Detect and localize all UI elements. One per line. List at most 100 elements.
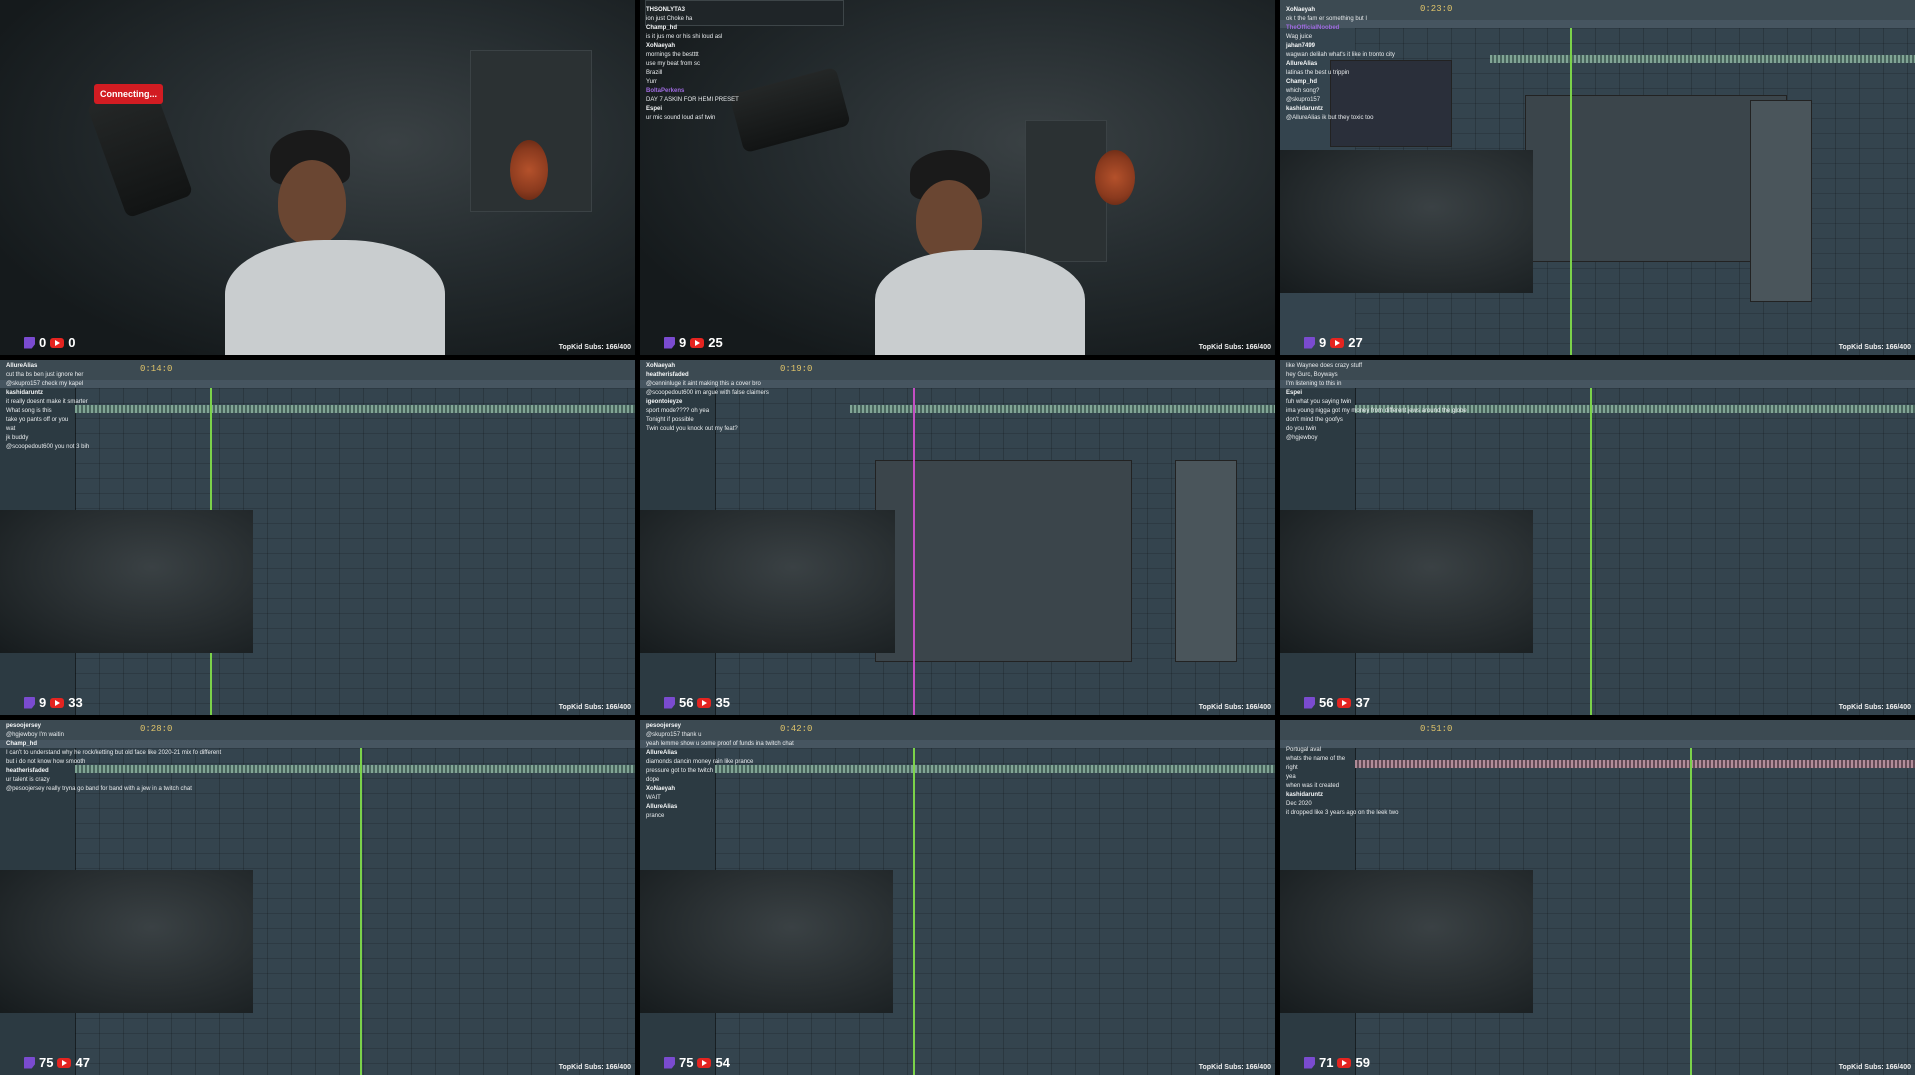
youtube-count: 33 [68,695,83,710]
chat-text: pressure got to the twitch [646,768,714,774]
stream-panel-5: 0:19:0 XoNaeyah heatherisfaded @cenninluge… [640,360,1275,715]
chat-username[interactable]: XoNaeyah [646,362,769,371]
chat-username[interactable]: THSONLYTA3 [646,6,739,15]
chat-message: whats the name of the [1286,755,1398,764]
streamer-head [0,870,35,915]
chat-username[interactable]: kashidaruntz [1286,791,1398,800]
chat-username[interactable]: BoltaPerkens [646,87,739,96]
chat-username[interactable]: Champ_hd [1286,78,1395,87]
subs-counter: TopKid Subs: 166/400 [1198,704,1271,711]
viewer-stats: 75 47 [24,1055,90,1070]
twitch-icon [664,1056,675,1069]
twitch-count: 56 [679,695,694,710]
chat-message: kashidaruntz Dec 2020 [1286,791,1398,809]
playhead[interactable] [360,748,362,1075]
chat-text: dope [646,777,660,783]
chat-text: @scoopedout600 you not 3 bih [6,444,90,450]
webcam-inset [0,510,253,653]
webcam-inset [640,870,893,1013]
chat-username[interactable]: Espei [646,105,739,114]
stream-panel-3: 0:23:0 XoNaeyah ok t the fam er something… [1280,0,1915,355]
chat-username[interactable]: Champ_hd [6,740,221,749]
playhead[interactable] [913,748,915,1075]
chat-overlay: pesoojersey @hgjewboy I'm waitin Champ_hd I… [6,722,221,794]
fl-toolbar[interactable] [1280,720,1915,741]
twitch-count: 75 [39,1055,54,1070]
mixer-channel-panel[interactable] [1750,100,1812,302]
chat-username[interactable]: jahan7499 [1286,42,1395,51]
audio-clip[interactable] [1490,55,1915,63]
playhead[interactable] [913,388,915,715]
chat-text: @pesoojersey really tryna go band for ba… [6,786,192,792]
stream-panel-2: THSONLYTA3 ion just Choke ha Champ_hd is it… [640,0,1275,355]
chat-message: XoNaeyah [646,362,769,371]
twitch-icon [1304,336,1315,349]
chat-username[interactable]: pesoojersey [6,722,221,731]
twitch-icon [24,336,35,349]
playhead[interactable] [1590,388,1592,715]
chat-text: it really doesnt make it smarter [6,399,88,405]
playhead[interactable] [1570,28,1572,355]
chat-username[interactable]: XoNaeyah [646,42,739,51]
webcam-inset [1280,150,1533,293]
audio-clip[interactable] [715,765,1275,773]
chat-username[interactable]: AllureAlias [1286,60,1395,69]
streamer-shirt [1280,195,1380,255]
audio-clip[interactable] [75,405,635,413]
chat-username[interactable]: kashidaruntz [6,389,89,398]
chat-username[interactable]: heatherisfaded [646,371,769,380]
chat-message: ima young nigga got my money from differ… [1286,407,1467,416]
twitch-count: 56 [1319,695,1334,710]
youtube-icon [50,697,65,708]
streamer-shirt [0,915,100,975]
fl-toolbar[interactable] [0,360,635,381]
twitch-icon [664,696,675,709]
chat-text: when was it created [1286,783,1340,789]
stream-panel-9: 0:51:0 Portugal aval whats the name of th… [1280,720,1915,1075]
mixer-window[interactable] [1525,95,1787,262]
chat-username[interactable]: pesoojersey [646,722,794,731]
webcam-inset [1280,510,1533,653]
chat-username[interactable]: Champ_hd [646,24,739,33]
chat-message: AllureAlias diamonds dancin money rain li… [646,749,794,767]
chat-message: @skupro157 check my kapel [6,380,89,389]
audio-clip[interactable] [1355,760,1915,768]
chat-text: DAY 7 ASKIN FOR HEMI PRESET [646,97,739,103]
twitch-icon [664,336,675,349]
chat-message: XoNaeyah ok t the fam er something but I [1286,6,1395,24]
streamer-head [916,180,982,260]
subs-counter: TopKid Subs: 166/400 [558,344,631,351]
chat-text: jk buddy [6,435,29,441]
chat-text: @cenninluge it aint making this a cover … [646,381,761,387]
chat-username[interactable]: AllureAlias [646,749,794,758]
fl-subtoolbar [0,380,635,388]
playhead[interactable] [1690,748,1692,1075]
chat-text: yea [1286,774,1296,780]
subs-counter: TopKid Subs: 166/400 [558,704,631,711]
youtube-count: 27 [1348,335,1363,350]
youtube-icon [50,337,65,348]
wall-poster [1025,120,1107,262]
chat-username[interactable]: AllureAlias [6,362,89,371]
chat-username[interactable]: AllureAlias [646,803,794,812]
youtube-count: 54 [715,1055,730,1070]
chat-username[interactable]: XoNaeyah [646,785,794,794]
chat-message: Espei fuh what you saying twin [1286,389,1467,407]
chat-username[interactable]: XoNaeyah [1286,6,1395,15]
chat-overlay: XoNaeyah ok t the fam er something but IT… [1286,6,1395,123]
subs-counter: TopKid Subs: 166/400 [1198,1064,1271,1071]
twitch-count: 9 [1319,335,1327,350]
chat-username[interactable]: heatherisfaded [6,767,221,776]
chat-username[interactable]: TheOfficialNoobed [1286,24,1395,33]
chat-text: Tonight if possible [646,417,694,423]
youtube-count: 47 [75,1055,90,1070]
chat-username[interactable]: Espei [1286,389,1467,398]
chat-text: I'm listening to this in [1286,381,1342,387]
chat-username[interactable]: igeontoieyze [646,398,769,407]
twitch-icon [1304,1056,1315,1069]
mixer-channel-panel[interactable] [1175,460,1237,662]
chat-username[interactable]: kashidaruntz [1286,105,1395,114]
chat-message: do you twin [1286,425,1467,434]
subs-counter: TopKid Subs: 166/400 [1198,344,1271,351]
stream-panel-6: like Waynee does crazy stuff hey Gurc, Bo… [1280,360,1915,715]
